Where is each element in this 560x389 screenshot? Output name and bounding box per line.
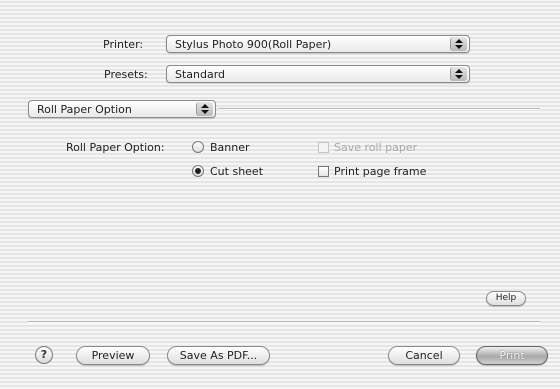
roll-paper-option-label: Roll Paper Option: xyxy=(66,141,165,154)
preview-button[interactable]: Preview xyxy=(76,346,150,365)
popup-arrows-icon xyxy=(450,37,467,51)
panel-selector-value: Roll Paper Option xyxy=(37,103,132,116)
panel-divider xyxy=(218,108,540,110)
presets-label: Presets: xyxy=(104,68,148,81)
banner-radio[interactable] xyxy=(192,141,204,153)
cancel-button[interactable]: Cancel xyxy=(388,346,460,365)
save-roll-paper-label: Save roll paper xyxy=(334,141,418,154)
cut-sheet-radio[interactable] xyxy=(192,165,204,177)
panel-selector-popup[interactable]: Roll Paper Option xyxy=(28,100,216,118)
printer-popup-value: Stylus Photo 900(Roll Paper) xyxy=(175,38,332,51)
print-button[interactable]: Print xyxy=(476,346,548,365)
banner-radio-label[interactable]: Banner xyxy=(210,141,250,154)
printer-popup[interactable]: Stylus Photo 900(Roll Paper) xyxy=(166,35,470,53)
cut-sheet-radio-label[interactable]: Cut sheet xyxy=(210,165,263,178)
help-circle-icon[interactable]: ? xyxy=(35,346,53,364)
print-page-frame-checkbox[interactable] xyxy=(318,166,329,177)
footer-divider xyxy=(28,321,540,323)
presets-popup-value: Standard xyxy=(175,68,226,81)
popup-arrows-icon xyxy=(196,102,213,116)
print-page-frame-label[interactable]: Print page frame xyxy=(334,165,426,178)
save-as-pdf-button[interactable]: Save As PDF... xyxy=(167,346,270,365)
popup-arrows-icon xyxy=(450,67,467,81)
save-roll-paper-checkbox xyxy=(318,142,329,153)
help-button[interactable]: Help xyxy=(486,291,526,306)
printer-label: Printer: xyxy=(103,38,144,51)
presets-popup[interactable]: Standard xyxy=(166,65,470,83)
